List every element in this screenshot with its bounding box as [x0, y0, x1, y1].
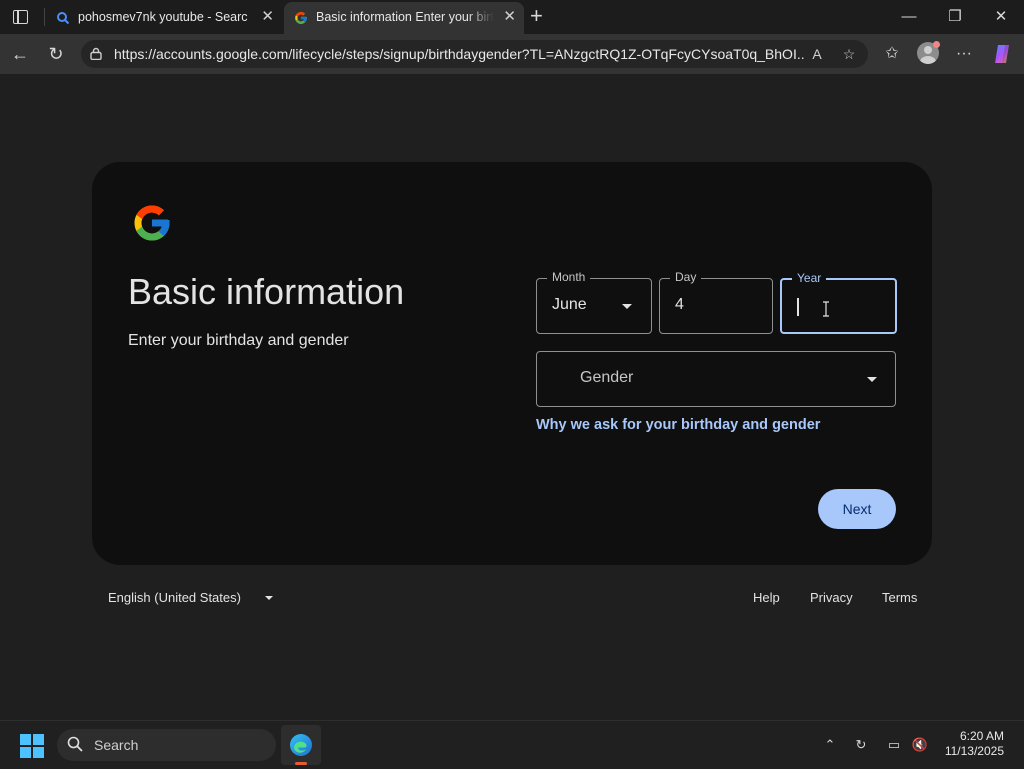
month-select[interactable]: Month June	[536, 270, 652, 334]
favorites-icon[interactable]: ✩	[880, 42, 904, 66]
day-value: 4	[675, 296, 684, 313]
show-hidden-icons-icon[interactable]: ⌃	[820, 735, 840, 755]
favorite-icon[interactable]: ☆	[839, 44, 859, 64]
next-button[interactable]: Next	[818, 489, 896, 529]
windows-start-icon[interactable]	[20, 734, 44, 758]
edge-taskbar-button[interactable]	[281, 725, 321, 765]
page-title: Basic information	[128, 271, 405, 312]
taskbar-search[interactable]: Search	[57, 729, 276, 761]
copilot-icon[interactable]	[990, 42, 1014, 66]
google-logo-icon	[134, 205, 170, 241]
dropdown-arrow-icon	[622, 304, 632, 309]
tab-label: pohosmev7nk youtube - Search	[78, 10, 248, 24]
back-icon[interactable]: ←	[9, 43, 31, 65]
close-tab-icon[interactable]: ✕	[503, 9, 516, 25]
search-icon	[67, 736, 83, 752]
year-input[interactable]: Year	[780, 271, 897, 334]
active-app-indicator	[295, 762, 307, 765]
address-bar[interactable]: https://accounts.google.com/lifecycle/st…	[81, 40, 868, 68]
clock-time: 6:20 AM	[959, 729, 1004, 743]
language-select[interactable]: English (United States)	[108, 590, 241, 605]
tab-basic-information[interactable]: Basic information Enter your birthday an…	[284, 2, 524, 34]
refresh-icon[interactable]: ↻	[45, 43, 67, 65]
search-icon	[57, 12, 70, 25]
taskbar: Search ⌃ ↻ ▭ 🔇 6:20 AM 11/13/2025	[0, 720, 1024, 769]
why-birthday-link[interactable]: Why we ask for your birthday and gender	[536, 417, 820, 433]
edge-icon	[290, 734, 312, 756]
minimize-icon[interactable]: —	[894, 6, 924, 28]
tab-search[interactable]: pohosmev7nk youtube - Search ✕	[46, 2, 282, 34]
tab-label: Basic information Enter your birthday an…	[316, 10, 494, 24]
tab-bar: pohosmev7nk youtube - Search ✕ Basic inf…	[0, 0, 1024, 34]
new-tab-icon[interactable]: +	[530, 4, 543, 28]
gender-placeholder: Gender	[580, 369, 634, 386]
privacy-link[interactable]: Privacy	[810, 590, 853, 605]
clock-date: 11/13/2025	[944, 744, 1004, 758]
tab-divider	[44, 8, 45, 26]
day-label: Day	[670, 270, 702, 284]
read-aloud-icon[interactable]: A	[807, 44, 827, 64]
taskbar-search-label: Search	[94, 737, 139, 753]
address-toolbar: ← ↻ https://accounts.google.com/lifecycl…	[0, 34, 1024, 74]
volume-muted-icon[interactable]: 🔇	[910, 735, 930, 755]
gender-select[interactable]: Gender	[536, 351, 896, 407]
year-label: Year	[792, 271, 827, 285]
day-input[interactable]: Day 4	[659, 270, 773, 334]
sidebar-icon[interactable]	[8, 6, 32, 28]
restore-icon[interactable]: ❐	[940, 6, 970, 28]
lock-icon[interactable]	[90, 47, 102, 60]
sync-icon[interactable]: ↻	[851, 735, 871, 755]
dropdown-arrow-icon[interactable]	[265, 596, 273, 600]
close-icon[interactable]: ✕	[986, 6, 1016, 28]
close-tab-icon[interactable]: ✕	[261, 9, 274, 25]
month-label: Month	[547, 270, 591, 284]
help-link[interactable]: Help	[753, 590, 780, 605]
more-icon[interactable]: ···	[952, 42, 976, 66]
month-value: June	[552, 296, 587, 313]
notification-dot	[933, 41, 940, 48]
dropdown-arrow-icon	[867, 377, 877, 382]
url-text[interactable]: https://accounts.google.com/lifecycle/st…	[114, 46, 804, 62]
ibeam-cursor-icon	[823, 301, 829, 317]
text-caret	[797, 298, 799, 316]
google-icon	[295, 12, 307, 24]
page-subtitle: Enter your birthday and gender	[128, 332, 349, 349]
terms-link[interactable]: Terms	[882, 590, 917, 605]
system-clock[interactable]: 6:20 AM 11/13/2025	[945, 729, 1004, 759]
display-icon[interactable]: ▭	[884, 735, 904, 755]
